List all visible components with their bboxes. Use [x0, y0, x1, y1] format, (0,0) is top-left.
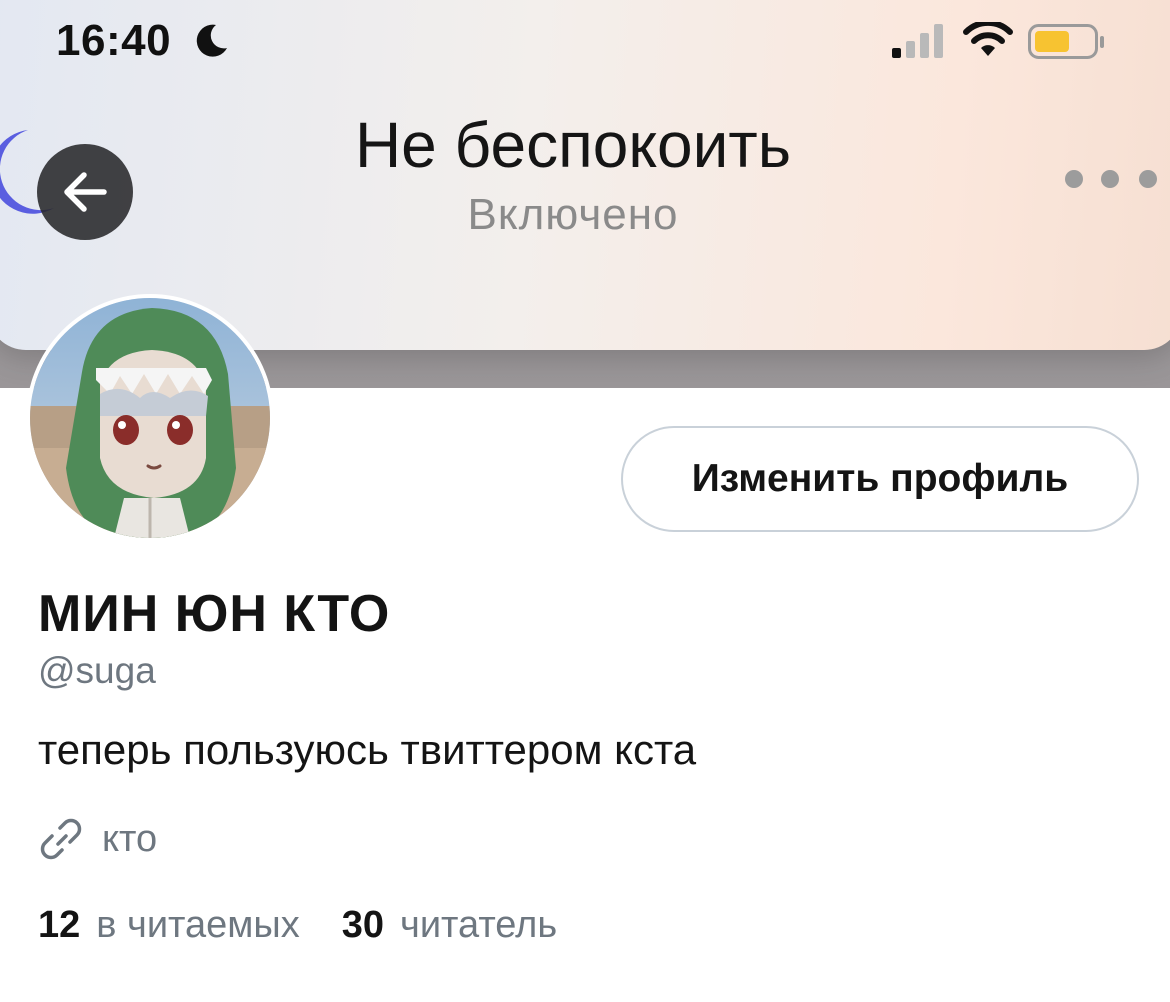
edit-profile-button[interactable]: Изменить профиль: [621, 426, 1139, 532]
wifi-icon: [963, 22, 1013, 56]
follow-stats: 12 в читаемых 30 читатель: [38, 904, 557, 947]
profile-link-text[interactable]: кто: [102, 818, 157, 861]
dnd-title: Не беспокоить: [354, 109, 792, 181]
arrow-left-icon: [64, 172, 107, 212]
signal-icon: [892, 24, 943, 58]
status-time: 16:40: [56, 16, 172, 65]
display-name: МИН ЮН КТО: [38, 585, 391, 643]
avatar-image: [30, 298, 270, 538]
following-count[interactable]: 12: [38, 904, 80, 947]
moon-icon: [196, 24, 227, 57]
profile-link[interactable]: кто: [38, 816, 157, 862]
battery-icon: [1028, 24, 1104, 59]
avatar[interactable]: [26, 294, 274, 542]
followers-label[interactable]: читатель: [400, 904, 557, 947]
profile-bio: теперь пользуюсь твиттером кста: [38, 726, 697, 773]
username-handle: @suga: [38, 650, 156, 691]
dnd-status: Включено: [467, 190, 679, 239]
back-button[interactable]: [37, 144, 133, 240]
link-icon: [40, 818, 82, 860]
following-label[interactable]: в читаемых: [96, 904, 299, 947]
followers-count[interactable]: 30: [342, 904, 384, 947]
more-dots-icon: [1065, 170, 1157, 188]
